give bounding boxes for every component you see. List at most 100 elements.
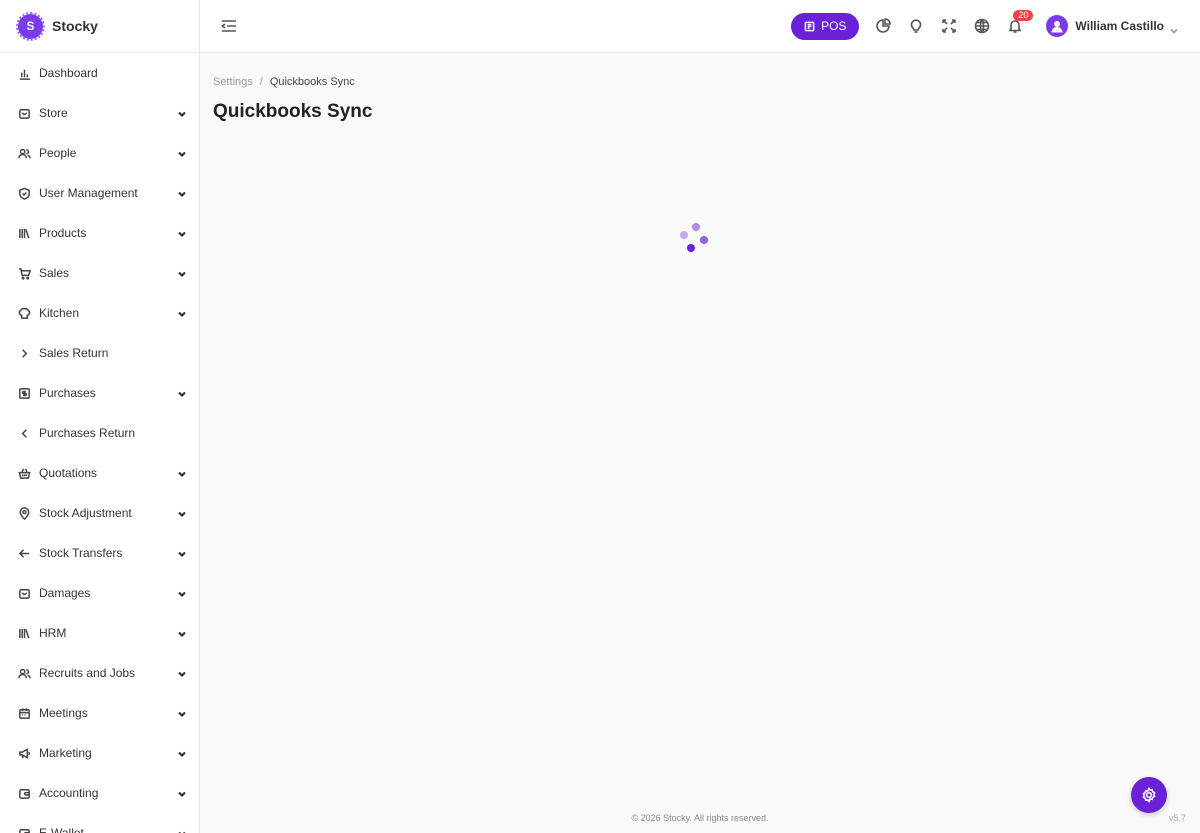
spinner-dot [680,231,688,239]
megaphone-icon [17,746,31,760]
user-name: William Castillo [1075,19,1164,33]
sidebar-item-recruits-and-jobs[interactable]: Recruits and Jobs [0,653,199,693]
chevron-down-icon [177,388,187,398]
sidebar-item-kitchen[interactable]: Kitchen [0,293,199,333]
receipt-icon [17,386,31,400]
chef-hat-icon [17,306,31,320]
topbar: POS 20 William Castillo [200,0,1200,53]
wallet-icon [17,826,31,833]
gear-icon [1142,787,1156,803]
arrow-left-icon [17,546,31,560]
sidebar-item-stock-adjustment[interactable]: Stock Adjustment [0,493,199,533]
user-menu[interactable]: William Castillo [1046,15,1178,37]
breadcrumb: Settings / Quickbooks Sync [213,76,355,88]
chevron-down-icon [177,708,187,718]
sidebar-item-e-wallet[interactable]: E-Wallet [0,813,199,833]
chevron-down-icon [177,108,187,118]
chevron-down-icon [177,628,187,638]
loading-spinner-icon [677,221,713,253]
calendar-icon [17,706,31,720]
sidebar-item-user-management[interactable]: User Management [0,173,199,213]
chevron-down-icon [177,788,187,798]
pos-button-label: POS [821,19,847,33]
spinner-dot [700,236,708,244]
chevron-down-icon [177,268,187,278]
sidebar-item-label: Store [39,106,68,120]
avatar [1046,15,1069,37]
page-title: Quickbooks Sync [213,101,373,122]
pos-button[interactable]: POS [791,12,860,40]
chevron-down-icon [177,148,187,158]
sidebar-item-label: Dashboard [39,66,98,80]
chevron-down-icon [177,228,187,238]
map-pin-icon [17,506,31,520]
settings-fab[interactable] [1131,777,1167,813]
sidebar-item-label: People [39,146,77,160]
sidebar-item-sales-return[interactable]: Sales Return [0,333,199,373]
brand-logo-icon: S [16,11,45,41]
sidebar-item-label: Purchases [39,386,96,400]
sidebar-item-accounting[interactable]: Accounting [0,773,199,813]
sidebar-item-label: Purchases Return [39,426,136,440]
brand-logo-letter: S [26,19,35,33]
pie-chart-icon[interactable] [874,17,892,35]
sidebar-item-meetings[interactable]: Meetings [0,693,199,733]
sidebar-item-sales[interactable]: Sales [0,253,199,293]
sidebar-item-label: E-Wallet [39,826,84,833]
sidebar-item-label: Meetings [39,706,88,720]
chevron-down-icon [177,588,187,598]
sidebar-item-label: Marketing [39,746,92,760]
bell-icon[interactable]: 20 [1006,10,1034,35]
bag-icon [17,586,31,600]
sidebar-item-dashboard[interactable]: Dashboard [0,53,199,93]
globe-icon[interactable] [973,17,991,35]
basket-icon [17,466,31,480]
sidebar-item-quotations[interactable]: Quotations [0,453,199,493]
sidebar-item-label: HRM [39,626,67,640]
chevron-down-icon [177,508,187,518]
sidebar-item-purchases-return[interactable]: Purchases Return [0,413,199,453]
sidebar-item-label: Kitchen [39,306,80,320]
sidebar-item-label: Accounting [39,786,99,800]
sidebar-item-label: Quotations [39,466,98,480]
sidebar-item-stock-transfers[interactable]: Stock Transfers [0,533,199,573]
sidebar-item-marketing[interactable]: Marketing [0,733,199,773]
spinner-dot [692,223,700,231]
cart-icon [17,266,31,280]
sidebar-item-damages[interactable]: Damages [0,573,199,613]
sidebar-item-label: Sales Return [39,346,109,360]
sidebar-item-people[interactable]: People [0,133,199,173]
brand[interactable]: S Stocky [0,0,199,53]
sidebar-item-store[interactable]: Store [0,93,199,133]
chevron-down-icon [177,188,187,198]
sidebar-item-hrm[interactable]: HRM [0,613,199,653]
bar-chart-icon [17,66,31,80]
sidebar-item-label: Products [39,226,87,240]
sidebar-item-label: Sales [39,266,70,280]
users-icon [17,666,31,680]
sidebar-item-label: Recruits and Jobs [39,666,136,680]
breadcrumb-parent[interactable]: Settings [213,76,253,88]
library-icon [17,226,31,240]
fullscreen-icon[interactable] [940,17,958,35]
chevron-down-icon [177,748,187,758]
chevron-right-icon [17,346,31,360]
users-icon [17,146,31,160]
notification-badge: 20 [1013,10,1034,21]
topbar-actions: POS 20 William Castillo [791,0,1200,53]
menu-toggle-icon[interactable] [220,17,238,35]
version-label: v5.7 [1168,813,1186,823]
wallet-icon [17,786,31,800]
sidebar: S Stocky Dashboard Store People User Manage… [0,0,200,833]
sidebar-item-products[interactable]: Products [0,213,199,253]
spinner-dot [687,244,695,252]
breadcrumb-separator: / [259,76,263,88]
shield-icon [17,186,31,200]
sidebar-item-purchases[interactable]: Purchases [0,373,199,413]
lightbulb-icon[interactable] [907,17,925,35]
chevron-down-icon [177,828,187,833]
user-icon [1051,21,1063,33]
sidebar-item-label: Damages [39,586,91,600]
sidebar-item-label: Stock Adjustment [39,506,132,520]
chevron-down-icon [1170,22,1178,34]
